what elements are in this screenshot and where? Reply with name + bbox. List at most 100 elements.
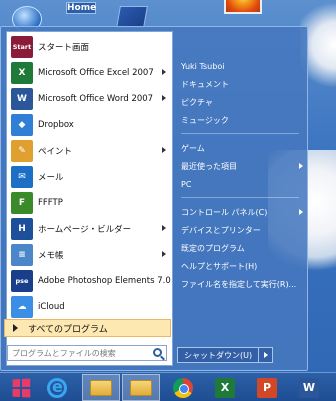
start-menu: Start スタート画面 X Microsoft Office Excel 2007 W… xyxy=(0,26,308,371)
places-item[interactable]: コントロール パネル(C) xyxy=(181,205,303,219)
desktop-box-icon[interactable] xyxy=(116,6,148,28)
explorer-button[interactable] xyxy=(82,374,120,401)
program-label: iCloud xyxy=(38,302,65,312)
search-placeholder: プログラムとファイルの検索 xyxy=(12,348,116,358)
powerpoint-button[interactable]: P xyxy=(248,374,286,401)
places-item-label: ヘルプとサポート(H) xyxy=(181,261,258,271)
program-item[interactable]: Start スタート画面 xyxy=(7,34,172,60)
program-label: スタート画面 xyxy=(38,43,90,53)
program-item[interactable]: F FFFTP xyxy=(7,190,172,216)
program-label: メモ帳 xyxy=(38,251,64,261)
submenu-arrow-icon xyxy=(162,225,166,231)
program-item[interactable]: ☁ iCloud xyxy=(7,294,172,320)
program-label: FFFTP xyxy=(38,198,63,208)
powerpoint-icon: P xyxy=(257,377,277,398)
submenu-arrow-icon xyxy=(162,147,166,153)
program-label: Adobe Photoshop Elements 7.0 xyxy=(38,276,171,286)
all-programs-label: すべてのプログラム xyxy=(28,324,108,335)
start-button[interactable] xyxy=(2,374,40,401)
places-item-label: 最近使った項目 xyxy=(181,161,237,171)
word-icon: W xyxy=(11,88,33,110)
home-label: Home xyxy=(66,2,97,14)
windows-logo-icon xyxy=(12,378,31,397)
shutdown-button[interactable]: シャットダウン(U) xyxy=(177,347,260,363)
word-button[interactable]: W xyxy=(290,374,328,401)
program-label: Microsoft Office Word 2007 xyxy=(38,94,154,104)
places-item-label: PC xyxy=(181,179,192,189)
places-item[interactable]: ゲーム xyxy=(181,141,205,155)
excel-button[interactable]: X xyxy=(206,374,244,401)
places-item[interactable]: ファイル名を指定して実行(R)... xyxy=(181,277,296,291)
shutdown-options-button[interactable] xyxy=(259,347,274,363)
places-item[interactable]: ドキュメント xyxy=(181,77,229,91)
places-item-label: コントロール パネル(C) xyxy=(181,207,268,217)
submenu-arrow-icon xyxy=(299,209,303,215)
submenu-arrow-icon xyxy=(162,95,166,101)
places-item[interactable]: ミュージック xyxy=(181,113,229,127)
submenu-arrow-icon xyxy=(162,69,166,75)
places-item-label: ファイル名を指定して実行(R)... xyxy=(181,279,297,289)
places-item-label: ピクチャ xyxy=(181,97,213,107)
start-screen-icon: Start xyxy=(11,36,33,58)
shutdown-label: シャットダウン(U) xyxy=(184,350,253,360)
submenu-arrow-icon xyxy=(299,163,303,169)
search-input[interactable]: プログラムとファイルの検索 xyxy=(7,345,167,361)
places-item[interactable]: 最近使った項目 xyxy=(181,159,303,173)
program-item[interactable]: ≡ メモ帳 xyxy=(7,242,172,268)
mail-icon: ✉ xyxy=(11,166,33,188)
dropbox-icon: ◆ xyxy=(11,114,33,136)
places-item-label: ミュージック xyxy=(181,115,229,125)
places-item[interactable]: ヘルプとサポート(H) xyxy=(181,259,257,273)
program-item[interactable]: ◆ Dropbox xyxy=(7,112,172,138)
word-icon: W xyxy=(299,377,319,398)
program-item[interactable]: W Microsoft Office Word 2007 xyxy=(7,86,172,112)
separator xyxy=(181,133,299,134)
program-item[interactable]: H ホームページ・ビルダー xyxy=(7,216,172,242)
home-folder-icon[interactable]: Home xyxy=(66,2,96,28)
icloud-icon: ☁ xyxy=(11,296,33,318)
chrome-icon xyxy=(173,377,193,398)
program-label: メール xyxy=(38,173,64,183)
user-picture[interactable] xyxy=(224,0,262,14)
program-item[interactable]: ✉ メール xyxy=(7,164,172,190)
program-label: ホームページ・ビルダー xyxy=(38,225,132,235)
program-list: Start スタート画面 X Microsoft Office Excel 2007 W… xyxy=(6,31,173,366)
places-item-label: 既定のプログラム xyxy=(181,243,245,253)
expand-arrow-icon xyxy=(13,324,18,332)
places-item[interactable]: Yuki Tsuboi xyxy=(181,59,224,73)
internet-explorer-icon xyxy=(47,377,67,398)
separator xyxy=(181,197,299,198)
places-item[interactable]: デバイスとプリンター xyxy=(181,223,261,237)
places-item[interactable]: ピクチャ xyxy=(181,95,213,109)
program-label: Dropbox xyxy=(38,120,74,130)
homepage-builder-icon: H xyxy=(11,218,33,240)
program-item[interactable]: pse Adobe Photoshop Elements 7.0 xyxy=(7,268,172,294)
ffftp-icon: F xyxy=(11,192,33,214)
places-item-label: デバイスとプリンター xyxy=(181,225,261,235)
places-pane: Yuki Tsuboi ドキュメント ピクチャミュージック ゲーム最近使った項目 PC コ… xyxy=(177,31,305,341)
folder-icon xyxy=(90,379,112,396)
explorer-button-2[interactable] xyxy=(122,374,160,401)
paint-icon: ✎ xyxy=(11,140,33,162)
places-item-label: ドキュメント xyxy=(181,79,229,89)
shutdown-group: シャットダウン(U) xyxy=(177,347,274,363)
places-item-label: ゲーム xyxy=(181,143,205,153)
submenu-arrow-icon xyxy=(162,251,166,257)
program-label: ペイント xyxy=(38,147,73,157)
internet-explorer-button[interactable] xyxy=(38,374,76,401)
program-item[interactable]: X Microsoft Office Excel 2007 xyxy=(7,60,172,86)
chrome-button[interactable] xyxy=(164,374,202,401)
program-label: Microsoft Office Excel 2007 xyxy=(38,68,154,78)
places-item[interactable]: PC xyxy=(181,177,191,191)
photoshop-elements-icon: pse xyxy=(11,270,33,292)
excel-icon: X xyxy=(11,62,33,84)
places-item[interactable]: 既定のプログラム xyxy=(181,241,245,255)
search-icon[interactable] xyxy=(153,348,162,357)
notepad-icon: ≡ xyxy=(11,244,33,266)
taskbar: XPW xyxy=(0,372,336,401)
all-programs-button[interactable]: すべてのプログラム xyxy=(4,319,171,337)
excel-icon: X xyxy=(215,377,235,398)
folder-icon xyxy=(130,379,152,396)
places-item-label: Yuki Tsuboi xyxy=(181,61,225,71)
program-item[interactable]: ✎ ペイント xyxy=(7,138,172,164)
